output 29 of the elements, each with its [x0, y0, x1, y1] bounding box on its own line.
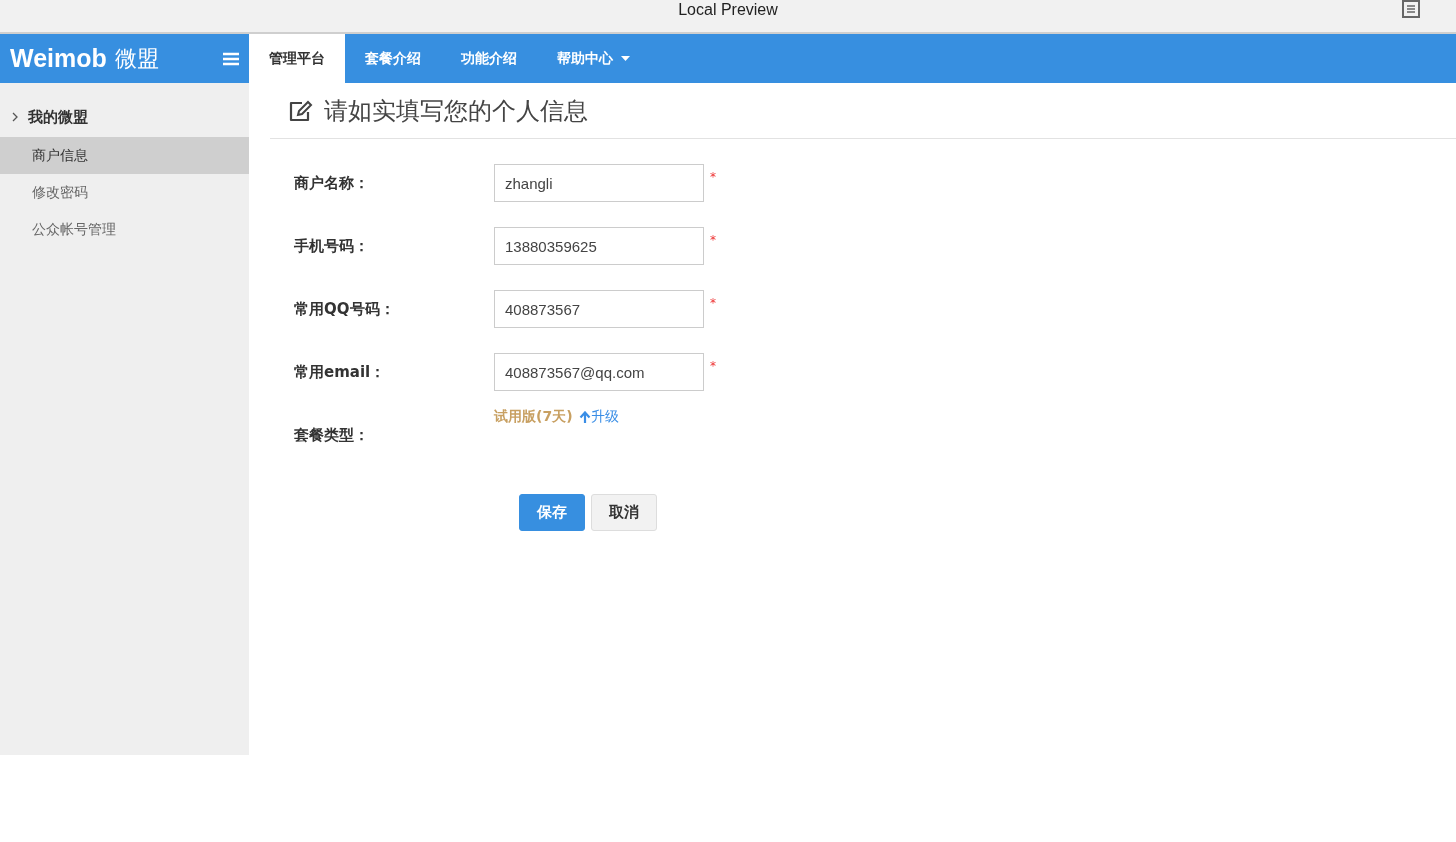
input-field[interactable]: 408873567@qq.com	[494, 353, 704, 391]
arrow-up-icon	[578, 411, 591, 423]
required-mark: *	[710, 359, 716, 373]
window-title: Local Preview	[678, 1, 778, 19]
menu-icon[interactable]	[1402, 0, 1420, 18]
field-label: 商户名称：	[294, 173, 370, 193]
cancel-button[interactable]: 取消	[591, 494, 657, 531]
plan-text: 试用版(7天)	[494, 408, 573, 426]
sidebar-item[interactable]: 修改密码	[0, 174, 249, 211]
logo-text: Weimob	[10, 44, 107, 73]
sidebar-item[interactable]: 公众帐号管理	[0, 211, 249, 248]
upgrade-link[interactable]: 升级	[578, 408, 619, 426]
edit-icon	[288, 99, 314, 122]
page-title: 请如实填写您的个人信息	[324, 95, 588, 127]
sidebar-item[interactable]: 商户信息	[0, 137, 249, 174]
required-mark: *	[710, 233, 716, 247]
sidebar-group[interactable]: 我的微盟	[28, 107, 88, 127]
logo-text: 微盟	[114, 44, 159, 73]
nav-tab[interactable]: 管理平台	[249, 34, 345, 83]
required-mark: *	[710, 296, 716, 310]
input-field[interactable]: zhangli	[494, 164, 704, 202]
input-field[interactable]: 13880359625	[494, 227, 704, 265]
field-label: 手机号码：	[294, 236, 370, 256]
field-label: 常用QQ号码：	[294, 299, 396, 319]
field-label: 常用email：	[294, 362, 387, 382]
field-label: 套餐类型：	[294, 425, 370, 445]
chevron-icon	[12, 112, 18, 122]
required-mark: *	[710, 170, 716, 184]
input-field[interactable]: 408873567	[494, 290, 704, 328]
